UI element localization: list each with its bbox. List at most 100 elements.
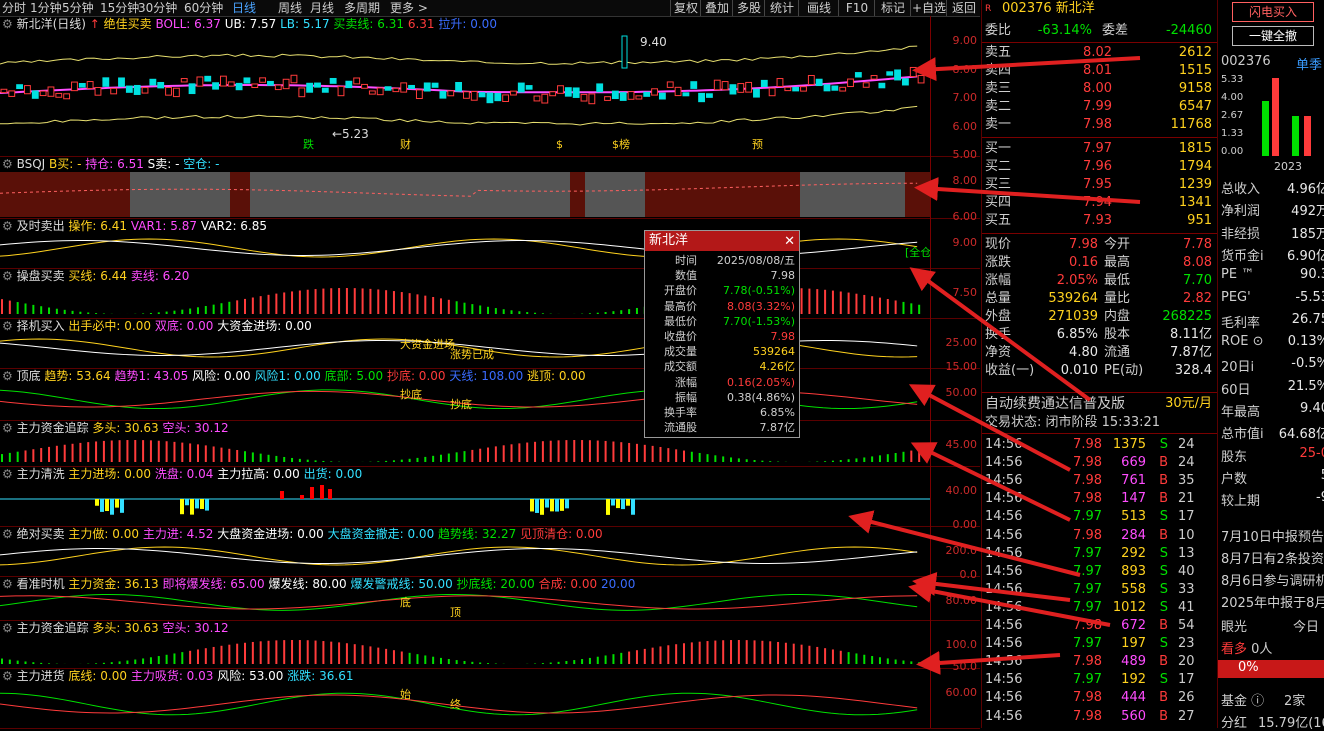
candle — [707, 94, 713, 98]
news-item[interactable]: 8月6日参与调研机 — [1221, 570, 1324, 589]
period-tab[interactable]: 周线 — [278, 0, 302, 16]
histogram-bar — [17, 302, 19, 314]
period-tab[interactable]: 1分钟 — [30, 0, 62, 16]
histogram-bar — [887, 454, 889, 462]
empty-zone — [615, 172, 645, 217]
histogram-bar — [863, 295, 865, 314]
fundamental-row: 股东25-0 — [1221, 446, 1323, 465]
histogram-bar — [511, 310, 513, 314]
tick-row: 14:567.971012S41 — [982, 599, 1218, 617]
histogram-bar — [832, 649, 834, 664]
histogram-bar — [518, 443, 520, 462]
stat-row: 外盘271039内盘268225 — [982, 308, 1218, 326]
period-tab[interactable]: 分时 — [2, 0, 26, 16]
tick-price: 7.97 — [1052, 581, 1102, 599]
histogram-bar — [252, 298, 254, 314]
histogram-bar — [746, 640, 748, 664]
period-tab[interactable]: 60分钟 — [184, 0, 223, 16]
candle — [393, 88, 399, 91]
tick-time: 14:56 — [985, 545, 1022, 563]
indicator-pane: ⚙ 绝对买卖 主力做: 0.00 主力进: 4.52 大盘资金进场: 0.00 … — [0, 526, 980, 577]
news-item[interactable]: 2025年中报于8月 — [1221, 592, 1324, 611]
histogram-bar — [871, 656, 873, 664]
indicator-pane: ⚙ 主力清洗 主力进场: 0.00 洗盘: 0.04 主力拉高: 0.00 出货… — [0, 466, 980, 527]
period-tab[interactable]: 30分钟 — [138, 0, 177, 16]
candle — [260, 78, 266, 82]
histogram-bar — [119, 440, 121, 462]
cancel-all-button[interactable]: 一键全撤 — [1232, 26, 1314, 46]
histogram-bar — [565, 440, 567, 462]
toolbar-button[interactable]: 统计 — [764, 0, 799, 16]
flash-buy-button[interactable]: 闪电买入 — [1232, 2, 1314, 22]
price-axis: 45.00 — [930, 420, 981, 466]
popup-label: 最高价 — [649, 299, 697, 314]
histogram-bar — [824, 461, 826, 462]
histogram-bar — [268, 641, 270, 664]
period-tab[interactable]: 15分钟 — [100, 0, 139, 16]
histogram-bar — [362, 288, 364, 314]
histogram-bar — [440, 658, 442, 664]
news-item[interactable]: 7月10日中报预告 — [1221, 526, 1324, 545]
period-tab[interactable]: 日线 — [232, 0, 256, 16]
period-tab[interactable]: 月线 — [310, 0, 334, 16]
season-mode[interactable]: 单季 — [1296, 54, 1322, 73]
histogram-bar — [181, 652, 183, 664]
histogram-bar — [824, 648, 826, 664]
fundamental-row: 较上期-9 — [1221, 490, 1323, 509]
tick-price: 7.98 — [1052, 527, 1102, 545]
histogram-bar — [236, 300, 238, 314]
candle — [832, 86, 838, 90]
histogram-bar — [40, 663, 42, 664]
toolbar-button[interactable]: 返回 — [946, 0, 981, 16]
toolbar-button[interactable]: 叠加 — [700, 0, 733, 16]
tick-volume: 444 — [1102, 689, 1146, 707]
high-label: 9.40 — [640, 35, 667, 49]
stock-header: 002376 新北洋R — [982, 0, 1218, 18]
histogram-bar — [189, 443, 191, 462]
histogram-bar — [330, 461, 332, 462]
period-tab[interactable]: 多周期 — [344, 0, 380, 16]
histogram-bar — [72, 311, 74, 314]
candle — [526, 86, 532, 90]
tick-side: B — [1154, 472, 1168, 490]
promo-price[interactable]: 30元/月 — [1165, 395, 1212, 413]
toolbar-button[interactable]: 多股 — [732, 0, 765, 16]
axis-tick-label: 80.00 — [946, 594, 978, 607]
candle — [581, 94, 587, 101]
candle — [189, 84, 195, 94]
histogram-bar — [166, 655, 168, 664]
toolbar-button[interactable]: +自选 — [910, 0, 947, 16]
toolbar-button[interactable]: 标记 — [874, 0, 911, 16]
histogram-bar — [291, 291, 293, 314]
tick-count: 24 — [1178, 454, 1214, 472]
signal-label: 始 — [400, 687, 411, 701]
histogram-bar — [354, 644, 356, 664]
period-tab[interactable]: 更多 > — [390, 0, 428, 16]
tick-time: 14:56 — [985, 581, 1022, 599]
histogram-bar — [64, 310, 66, 314]
histogram-bar — [291, 640, 293, 664]
signal-label: 抄底 — [400, 387, 422, 401]
period-tab[interactable]: 5分钟 — [62, 0, 94, 16]
stat-label: 涨幅 — [985, 272, 1011, 290]
fundamental-label: ROE ⊙ — [1221, 334, 1264, 349]
toolbar-button[interactable]: 复权 — [670, 0, 701, 16]
news-item[interactable]: 8月7日有2条投资 — [1221, 548, 1324, 567]
candle — [542, 94, 548, 103]
close-icon[interactable]: ✕ — [784, 232, 795, 252]
axis-tick-label: 25.00 — [946, 336, 978, 349]
candle — [181, 79, 187, 82]
stat-label: 股本 — [1104, 326, 1130, 344]
histogram-bar — [56, 309, 58, 314]
candle — [761, 80, 767, 86]
toolbar-button[interactable]: 画线 — [798, 0, 839, 16]
promo-text[interactable]: 自动续费通达信普及版 — [985, 395, 1125, 413]
wash-bar — [190, 499, 194, 515]
histogram-bar — [440, 455, 442, 462]
histogram-bar — [785, 643, 787, 664]
candle — [738, 84, 744, 93]
histogram-bar — [252, 452, 254, 462]
histogram-bar — [840, 651, 842, 664]
wash-bar — [555, 499, 559, 512]
toolbar-button[interactable]: F10 — [838, 0, 875, 16]
